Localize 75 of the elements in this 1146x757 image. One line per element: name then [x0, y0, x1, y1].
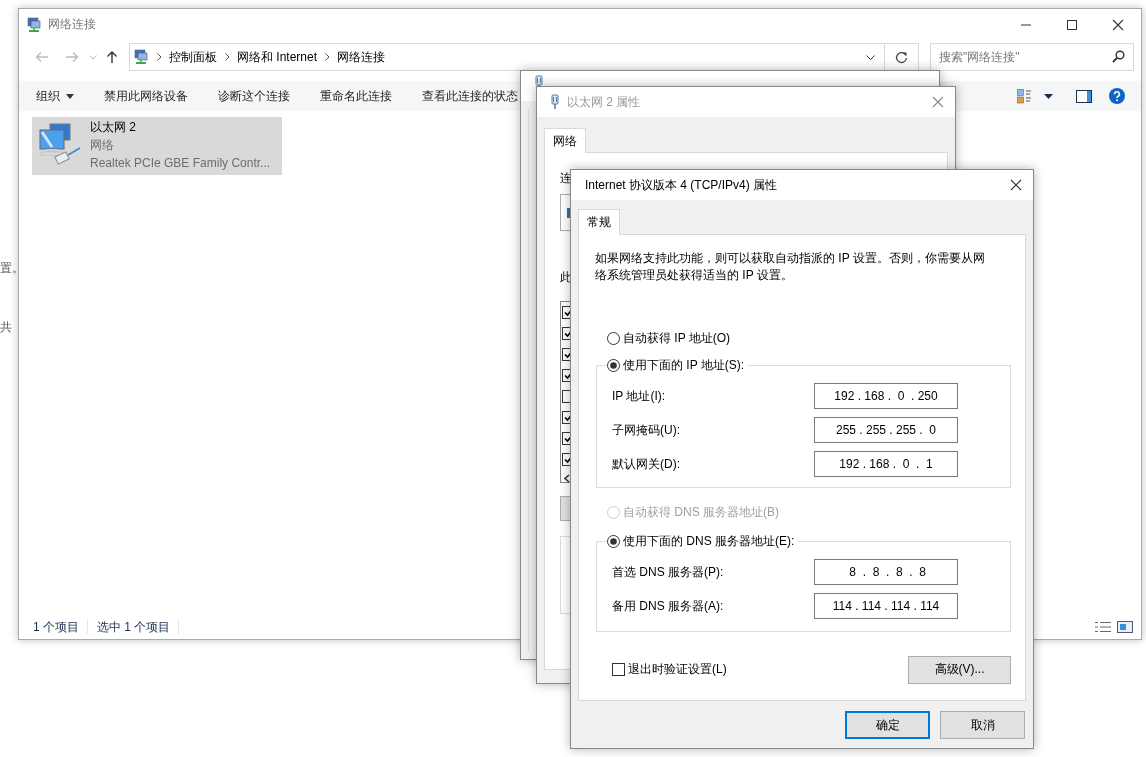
radio-label: 自动获得 IP 地址(O)	[623, 329, 731, 347]
connection-device: Realtek PCIe GBE Family Contr...	[90, 155, 271, 172]
background-text: 置。	[0, 260, 24, 277]
ip-field[interactable]: 8 . 8 . 8 . 8	[814, 559, 958, 585]
tab[interactable]: 常规	[578, 209, 620, 235]
ip-field[interactable]: 192 . 168 . 0 . 250	[814, 383, 958, 409]
window-title: 以太网 2 属性	[567, 93, 641, 111]
install-button[interactable]	[560, 496, 571, 521]
field-label: 备用 DNS 服务器(A):	[612, 597, 724, 615]
radio-button[interactable]	[607, 358, 620, 372]
refresh-icon	[895, 50, 908, 64]
view-options-button[interactable]	[1014, 86, 1034, 106]
checkbox-label: 退出时验证设置(L)	[628, 661, 727, 678]
advanced-button[interactable]: 高级(V)...	[908, 655, 1011, 684]
radio-button[interactable]	[607, 534, 620, 548]
toolbar-button[interactable]: 查看此连接的状态	[422, 87, 518, 105]
description-text: 如果网络支持此功能，则可以获取自动指派的 IP 设置。否则，你需要从网络系统管理员处获得适当的 IP 设置。	[595, 250, 986, 284]
close-icon	[1010, 179, 1022, 191]
toolbar-button[interactable]: 重命名此连接	[320, 87, 392, 105]
toolbar-button[interactable]: 禁用此网络设备	[104, 87, 188, 105]
cancel-button[interactable]: 取消	[940, 711, 1025, 739]
close-icon	[1112, 18, 1124, 31]
radio-label: 自动获得 DNS 服务器地址(B)	[623, 503, 779, 521]
ip-field[interactable]: 114 . 114 . 114 . 114	[814, 593, 958, 619]
scroll-left-icon[interactable]	[563, 474, 570, 483]
window-title: 网络连接	[48, 16, 96, 33]
organize-menu[interactable]: 组织	[36, 87, 74, 105]
network-folder-icon	[26, 16, 42, 33]
status-text: 选中 1 个项目	[97, 618, 172, 636]
maximize-icon	[1066, 18, 1078, 31]
radio-label: 使用下面的 DNS 服务器地址(E):	[623, 532, 795, 550]
status-text: 1 个项目	[33, 618, 80, 636]
chevron-right-icon	[325, 53, 331, 61]
chevron-down-icon[interactable]	[866, 54, 875, 60]
checkbox[interactable]	[612, 663, 625, 676]
toolbar-button[interactable]: 诊断这个连接	[218, 87, 290, 105]
up-arrow-icon	[106, 50, 118, 64]
connection-name: 以太网 2	[90, 119, 137, 136]
field-label: 首选 DNS 服务器(P):	[612, 563, 724, 581]
plug-icon	[549, 94, 561, 110]
chevron-right-icon	[157, 53, 162, 61]
forward-arrow-icon	[65, 51, 79, 63]
view-icon	[1016, 88, 1032, 104]
breadcrumb[interactable]: 网络和 Internet	[237, 48, 318, 66]
breadcrumb[interactable]: 控制面板	[169, 48, 217, 66]
search-field[interactable]: 搜索"网络连接"	[930, 43, 1134, 71]
search-icon[interactable]	[1112, 50, 1125, 63]
close-icon	[932, 96, 944, 108]
window-title: Internet 协议版本 4 (TCP/IPv4) 属性	[585, 176, 778, 194]
caret-down-icon	[66, 93, 74, 99]
field-label: IP 地址(I):	[612, 387, 666, 405]
breadcrumb[interactable]: 网络连接	[337, 48, 386, 66]
network-folder-icon	[133, 49, 149, 65]
help-button[interactable]	[1107, 86, 1127, 106]
field-label: 默认网关(D):	[612, 455, 680, 473]
ok-button[interactable]: 确定	[845, 711, 930, 739]
background-text: 共	[0, 319, 13, 336]
connect-using-label: 连	[560, 170, 572, 186]
help-icon	[1109, 88, 1125, 104]
tab[interactable]: 网络	[544, 128, 586, 153]
radio-button[interactable]	[607, 331, 620, 345]
chevron-right-icon	[225, 53, 230, 61]
back-arrow-icon	[35, 51, 49, 63]
ip-field[interactable]: 192 . 168 . 0 . 1	[814, 451, 958, 477]
large-icons-view-icon[interactable]	[1117, 621, 1133, 633]
pane-icon	[1076, 89, 1092, 103]
caret-down-icon	[1043, 93, 1053, 99]
plug-icon	[533, 75, 545, 86]
chevron-down-icon	[89, 54, 97, 60]
details-view-icon[interactable]	[1095, 621, 1111, 633]
connection-network: 网络	[90, 137, 115, 154]
field-label: 子网掩码(U):	[612, 421, 680, 439]
radio-label: 使用下面的 IP 地址(S):	[623, 356, 745, 374]
connection-item[interactable]: 以太网 2 网络 Realtek PCIe GBE Family Contr...	[32, 117, 282, 175]
ip-field[interactable]: 255 . 255 . 255 . 0	[814, 417, 958, 443]
